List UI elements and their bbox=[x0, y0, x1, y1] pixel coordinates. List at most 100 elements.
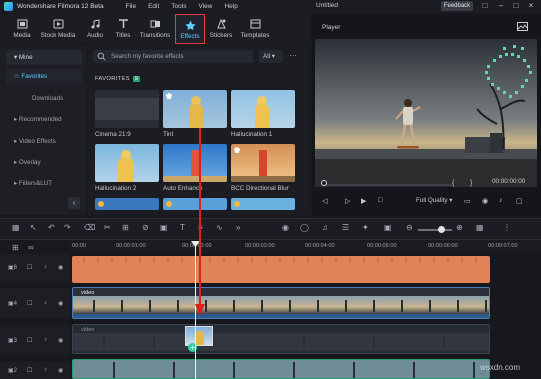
shield-icon[interactable]: ◯ bbox=[300, 223, 310, 233]
playback-scrubber[interactable] bbox=[322, 184, 452, 186]
search-input[interactable] bbox=[111, 51, 249, 62]
eye-icon[interactable]: ◉ bbox=[58, 264, 63, 271]
lock-icon[interactable]: ☐ bbox=[27, 337, 32, 344]
grid-icon[interactable]: ▦ bbox=[476, 223, 486, 233]
sidebar-item-filters-lut[interactable]: ▸ Filters&LUT bbox=[6, 176, 82, 191]
camera-snapshot-icon[interactable]: ◉ bbox=[482, 197, 488, 205]
tab-audio[interactable]: Audio bbox=[84, 14, 106, 44]
tab-effects[interactable]: Effects bbox=[175, 14, 205, 44]
render-icon[interactable]: ◉ bbox=[282, 223, 292, 233]
sidebar-item-mine[interactable]: ▾ Mine bbox=[6, 50, 82, 65]
transform-icon[interactable]: ▣ bbox=[160, 223, 170, 233]
menu-edit[interactable]: Edit bbox=[148, 3, 159, 10]
sidebar-item-video-effects[interactable]: ▸ Video Effects bbox=[6, 134, 82, 149]
close-icon[interactable]: × bbox=[526, 1, 536, 11]
minimize-icon[interactable]: – bbox=[496, 1, 506, 11]
eye-icon[interactable]: ◉ bbox=[58, 367, 63, 374]
eye-icon[interactable]: ◉ bbox=[58, 300, 63, 307]
play-icon[interactable]: ▷ bbox=[345, 197, 350, 205]
drop-target-track[interactable]: video bbox=[72, 324, 490, 354]
sidebar-item-favorites[interactable]: ☆ Favorites bbox=[6, 69, 82, 84]
lock-icon[interactable]: ☐ bbox=[27, 264, 32, 271]
sidebar-item-recommended[interactable]: ▸ Recommended bbox=[6, 112, 82, 127]
display-settings-icon[interactable]: ▭ bbox=[464, 197, 471, 205]
collapse-sidebar-button[interactable]: ‹ bbox=[68, 197, 80, 209]
mark-in-icon[interactable]: { bbox=[452, 180, 454, 187]
audio-wave-icon[interactable]: ∿ bbox=[216, 223, 226, 233]
quality-dropdown[interactable]: Full Quality ▾ bbox=[416, 197, 452, 204]
tab-media[interactable]: Media bbox=[10, 14, 34, 44]
more-menu-icon[interactable]: ⋮ bbox=[503, 223, 513, 233]
adjust-icon[interactable]: ≡ bbox=[198, 223, 208, 233]
scrubber-handle[interactable] bbox=[321, 180, 327, 186]
zoom-slider[interactable] bbox=[418, 229, 452, 231]
split-icon[interactable]: ✂ bbox=[104, 223, 114, 233]
crop-icon[interactable]: ⊞ bbox=[122, 223, 132, 233]
effect-thumb-row3-3[interactable] bbox=[231, 198, 295, 210]
tab-stock-media[interactable]: Stock Media bbox=[40, 14, 76, 44]
menu-file[interactable]: File bbox=[126, 3, 136, 10]
layout-icon[interactable]: ▦ bbox=[12, 223, 22, 233]
search-box[interactable] bbox=[93, 50, 253, 63]
zoom-out-icon[interactable]: ⊖ bbox=[406, 223, 416, 233]
select-tool-icon[interactable]: ↖ bbox=[30, 223, 40, 233]
ai-icon[interactable]: ✦ bbox=[362, 223, 372, 233]
volume-icon[interactable]: ♪ bbox=[499, 197, 503, 204]
voiceover-icon[interactable]: ☰ bbox=[342, 223, 352, 233]
sidebar-item-overlay[interactable]: ▸ Overlay bbox=[6, 155, 82, 170]
maximize-icon[interactable]: □ bbox=[511, 1, 521, 11]
effect-thumb-row3-1[interactable] bbox=[95, 198, 159, 210]
stop-icon[interactable]: □ bbox=[378, 197, 382, 204]
audio-mute-icon[interactable]: ♪ bbox=[44, 367, 47, 373]
feedback-button[interactable]: Feedback bbox=[441, 1, 473, 11]
effect-thumb-row3-2[interactable] bbox=[163, 198, 227, 210]
mark-out-icon[interactable]: } bbox=[470, 180, 472, 187]
link-icon[interactable]: ∞ bbox=[28, 243, 34, 252]
audio-mute-icon[interactable]: ♪ bbox=[44, 264, 47, 270]
prev-frame-icon[interactable]: ◁ bbox=[322, 197, 327, 205]
play-alt-icon[interactable]: ▶ bbox=[361, 197, 366, 205]
tab-titles[interactable]: Titles bbox=[112, 14, 134, 44]
eye-icon[interactable]: ◉ bbox=[58, 337, 63, 344]
menu-help[interactable]: Help bbox=[224, 3, 237, 10]
microphone-icon[interactable]: ♫ bbox=[322, 223, 332, 233]
effect-thumb-auto-enhance[interactable] bbox=[163, 144, 227, 182]
tab-transitions[interactable]: Transitions bbox=[139, 14, 171, 44]
speed-icon[interactable]: ⊘ bbox=[142, 223, 152, 233]
undo-icon[interactable]: ↶ bbox=[48, 223, 58, 233]
audio-mute-icon[interactable]: ♪ bbox=[44, 300, 47, 306]
add-track-icon[interactable]: ⊞ bbox=[12, 243, 19, 252]
effect-thumb-hallucination-2[interactable] bbox=[95, 144, 159, 182]
zoom-in-icon[interactable]: ⊕ bbox=[456, 223, 466, 233]
track-header: ▣6 ☐ ♪ ◉ bbox=[0, 254, 70, 282]
fullscreen-icon[interactable]: ▢ bbox=[516, 197, 523, 205]
text-icon[interactable]: T bbox=[180, 223, 190, 233]
delete-icon[interactable]: ⌫ bbox=[84, 223, 95, 233]
marker-icon[interactable]: ▣ bbox=[384, 223, 394, 233]
zoom-slider-handle[interactable] bbox=[438, 226, 445, 233]
menu-view[interactable]: View bbox=[198, 3, 212, 10]
lock-icon[interactable]: ☐ bbox=[27, 300, 32, 307]
tab-stickers[interactable]: Stickers bbox=[209, 14, 233, 44]
effect-thumb-hallucination-1[interactable] bbox=[231, 90, 295, 128]
video-clip[interactable]: video bbox=[72, 287, 490, 319]
timeline-playhead[interactable] bbox=[195, 241, 196, 379]
redo-icon[interactable]: ↷ bbox=[64, 223, 74, 233]
more-options-icon[interactable]: ⋯ bbox=[289, 50, 297, 62]
effect-thumb-tint[interactable] bbox=[163, 90, 227, 128]
lock-icon[interactable]: ☐ bbox=[27, 367, 32, 374]
filter-dropdown[interactable]: All ▾ bbox=[259, 50, 283, 63]
sidebar-item-downloads[interactable]: Downloads bbox=[6, 91, 82, 106]
timeline-ruler[interactable]: 00:00 00:00:01:00 00:00:02:00 00:00:03:0… bbox=[70, 241, 541, 254]
effect-thumb-bcc-directional-blur[interactable] bbox=[231, 144, 295, 182]
filmora-logo-icon bbox=[4, 2, 13, 11]
account-icon[interactable]: □ bbox=[480, 1, 490, 11]
effect-thumb-cinema[interactable] bbox=[95, 90, 159, 128]
more-tools-icon[interactable]: » bbox=[236, 223, 246, 233]
video-clip-lower[interactable]: video bbox=[72, 359, 490, 379]
menu-tools[interactable]: Tools bbox=[171, 3, 186, 10]
video-preview[interactable] bbox=[315, 39, 537, 187]
audio-mute-icon[interactable]: ♪ bbox=[44, 337, 47, 343]
snapshot-icon[interactable] bbox=[517, 22, 528, 31]
tab-templates[interactable]: Templates bbox=[240, 14, 270, 44]
